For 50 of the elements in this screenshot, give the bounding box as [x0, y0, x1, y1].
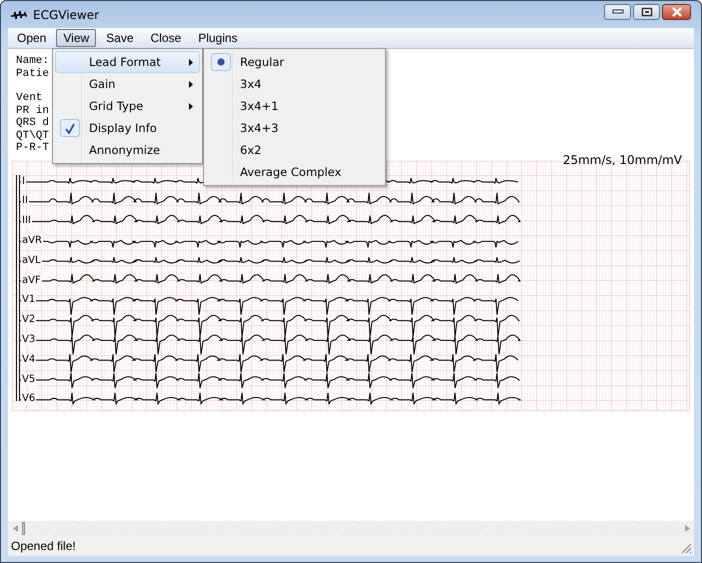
lead-label: V5	[21, 374, 36, 386]
info-line: QRS d	[16, 117, 50, 130]
maximize-button[interactable]	[633, 4, 660, 20]
menu-item[interactable]: Open	[10, 29, 54, 47]
info-line: QT\QT	[16, 130, 50, 142]
scroll-thumb[interactable]	[22, 522, 25, 535]
minimize-button[interactable]	[604, 4, 631, 20]
info-line: Vent	[16, 92, 42, 104]
menu-entry[interactable]: Grid Type	[55, 95, 200, 117]
menu-entry[interactable]: 3x4	[206, 73, 383, 95]
menu-item[interactable]: Plugins	[191, 29, 245, 47]
menu-item[interactable]: View	[56, 29, 96, 47]
lead-label: V6	[21, 393, 36, 406]
submenu-arrow-icon	[189, 80, 193, 88]
menu-entry[interactable]: Lead Format	[55, 51, 200, 73]
lead-label: V2	[21, 314, 36, 326]
menu-entry[interactable]: 6x2	[206, 139, 383, 161]
info-line: Patie	[16, 68, 50, 80]
submenu-arrow-icon	[189, 58, 193, 66]
close-button[interactable]	[662, 4, 691, 20]
window-title: ECGViewer	[33, 8, 100, 22]
lead-label: III	[21, 215, 32, 228]
lead-label: V4	[21, 354, 36, 366]
lead-label: aVR	[21, 234, 43, 247]
lead-label: V3	[21, 334, 36, 346]
menu-entry[interactable]: Display Info	[55, 117, 200, 139]
resize-grip-icon[interactable]	[680, 542, 692, 554]
menu-entry[interactable]: Annonymize	[55, 139, 200, 161]
submenu-arrow-icon	[189, 102, 193, 110]
lead-label: I	[21, 176, 26, 188]
menu-entry[interactable]: 3x4+1	[206, 95, 383, 117]
info-line: PR in	[16, 104, 50, 117]
close-icon	[670, 6, 682, 16]
app-icon	[11, 10, 27, 20]
minimize-icon	[612, 8, 624, 14]
menu-entry[interactable]: Gain	[55, 73, 200, 95]
menu-entry[interactable]: 3x4+3	[206, 117, 383, 139]
info-line: P-R-T	[16, 142, 50, 154]
menu-item[interactable]: Close	[144, 29, 188, 47]
lead-label: II	[21, 195, 29, 208]
maximize-icon	[640, 6, 652, 16]
lead-label: V1	[21, 294, 36, 306]
menu-entry[interactable]: Regular	[206, 51, 383, 73]
menu-entry[interactable]: Average Complex	[206, 161, 383, 183]
menu-item[interactable]: Save	[99, 29, 141, 47]
scale-label: 25mm/s, 10mm/mV	[562, 152, 682, 166]
lead-label: aVL	[21, 254, 42, 267]
lead-label: aVF	[21, 274, 42, 286]
info-line: Name:	[16, 55, 50, 68]
status-text: Opened file!	[11, 539, 76, 553]
